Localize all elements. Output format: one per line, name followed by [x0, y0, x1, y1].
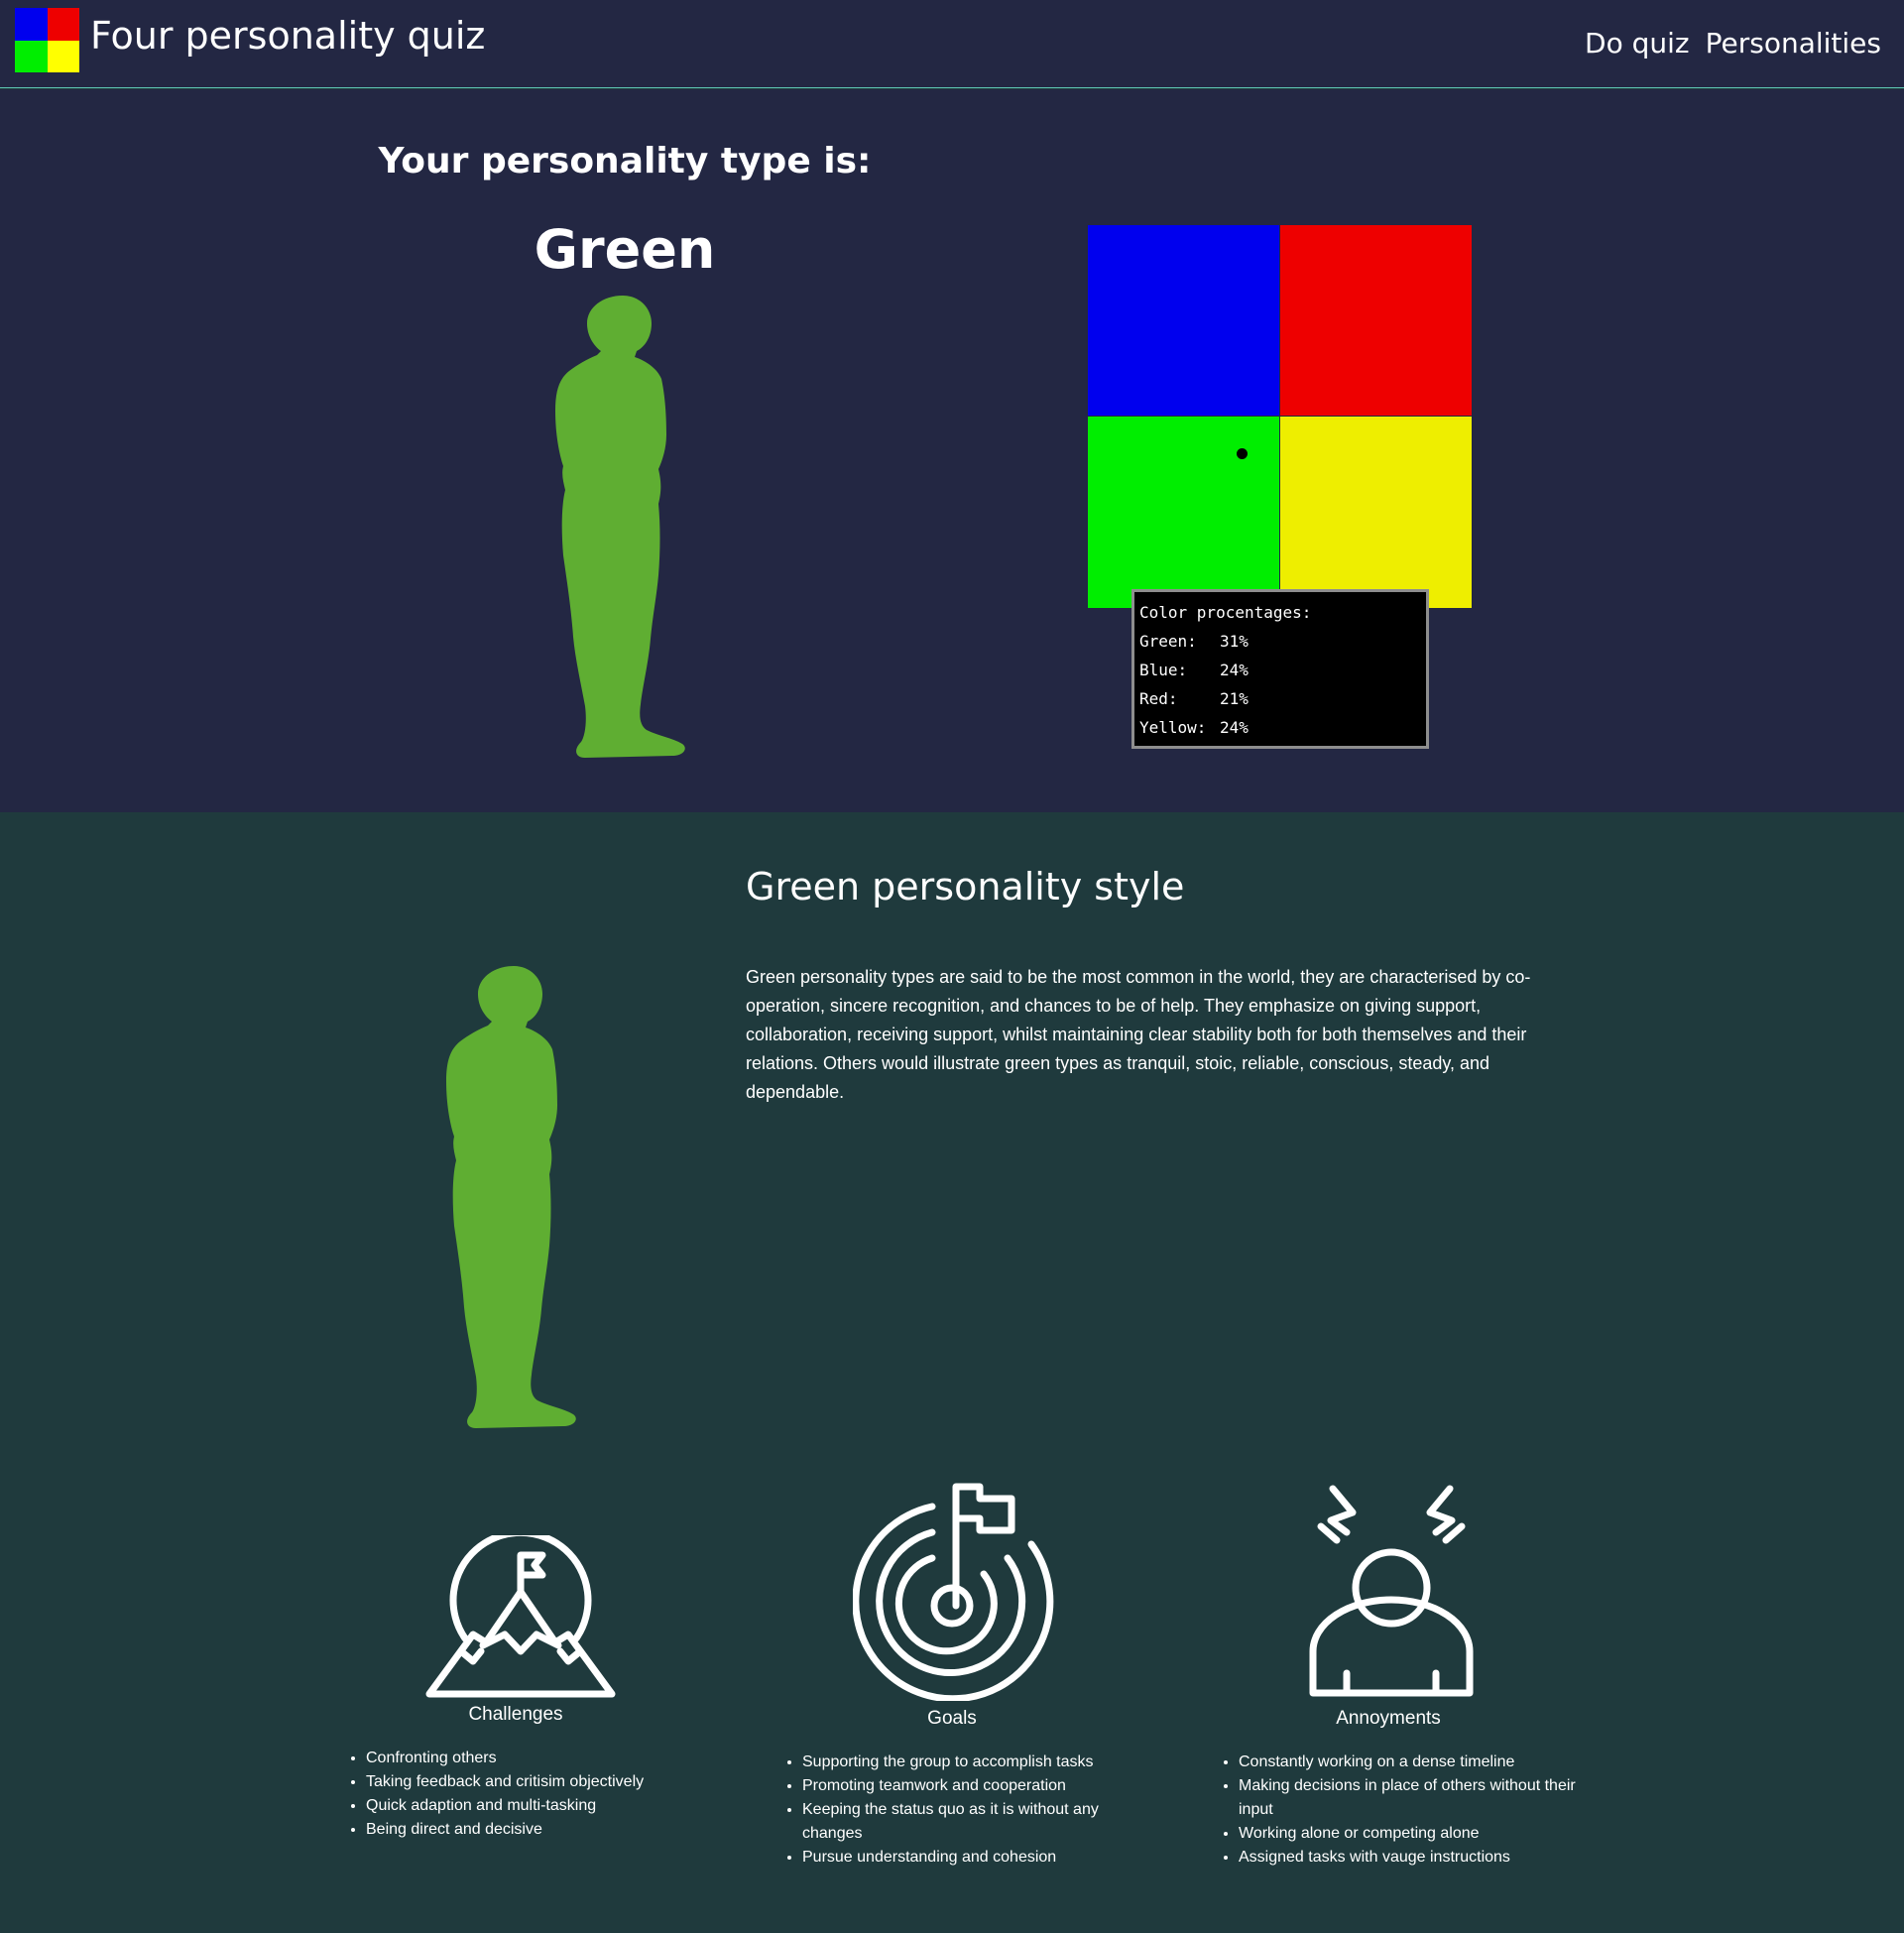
nav-do-quiz[interactable]: Do quiz	[1585, 24, 1690, 63]
percentage-row: Yellow: 24%	[1139, 718, 1249, 737]
goals-list: Supporting the group to accomplish tasks…	[764, 1751, 1140, 1870]
main-nav: Do quiz Personalities	[1585, 24, 1881, 63]
site-header: Four personality quiz Do quiz Personalit…	[0, 0, 1904, 88]
list-item: Constantly working on a dense timeline	[1239, 1751, 1577, 1774]
personality-quadrant-chart	[1088, 225, 1472, 608]
personality-description: Green personality types are said to be t…	[746, 967, 1531, 1102]
list-item: Taking feedback and critisim objectively	[366, 1770, 704, 1794]
green-person-silhouette	[446, 966, 576, 1428]
result-type: Green	[534, 218, 716, 281]
logo-red-square	[47, 8, 79, 41]
red-quadrant	[1279, 225, 1472, 417]
list-item: Making decisions in place of others with…	[1239, 1774, 1577, 1822]
challenges-list: Confronting others Taking feedback and c…	[327, 1747, 704, 1842]
list-item: Quick adaption and multi-tasking	[366, 1794, 704, 1818]
nav-personalities[interactable]: Personalities	[1706, 24, 1881, 63]
percentages-title: Color procentages:	[1139, 603, 1312, 622]
mountain-flag-icon	[425, 1535, 616, 1698]
list-item: Supporting the group to accomplish tasks	[802, 1751, 1140, 1774]
list-item: Pursue understanding and cohesion	[802, 1846, 1140, 1870]
site-logo[interactable]	[15, 8, 79, 72]
percentage-row: Green: 31%	[1139, 632, 1249, 651]
annoyed-person-icon	[1309, 1485, 1474, 1697]
result-marker-dot	[1237, 448, 1248, 459]
percentage-row: Red: 21%	[1139, 689, 1249, 708]
result-heading: Your personality type is:	[378, 141, 872, 181]
target-flag-icon	[853, 1483, 1054, 1701]
site-title[interactable]: Four personality quiz	[90, 10, 485, 61]
green-person-silhouette	[555, 296, 685, 758]
list-item: Confronting others	[366, 1747, 704, 1770]
logo-blue-square	[15, 8, 48, 41]
list-item: Being direct and decisive	[366, 1818, 704, 1842]
logo-yellow-square	[47, 40, 79, 72]
percentage-row: Blue: 24%	[1139, 661, 1249, 679]
challenges-caption: Challenges	[468, 1704, 563, 1725]
logo-green-square	[15, 40, 48, 72]
list-item: Promoting teamwork and cooperation	[802, 1774, 1140, 1798]
annoyments-caption: Annoyments	[1336, 1708, 1441, 1729]
annoyments-list: Constantly working on a dense timeline M…	[1200, 1751, 1577, 1870]
list-item: Working alone or competing alone	[1239, 1822, 1577, 1846]
yellow-quadrant	[1279, 417, 1472, 608]
list-item: Keeping the status quo as it is without …	[802, 1798, 1140, 1846]
result-section: Your personality type is: Green Color pr…	[0, 89, 1904, 812]
blue-quadrant	[1088, 225, 1280, 417]
personality-style-title: Green personality style	[746, 865, 1185, 908]
goals-caption: Goals	[927, 1708, 977, 1729]
list-item: Assigned tasks with vauge instructions	[1239, 1846, 1577, 1870]
green-quadrant	[1088, 417, 1280, 608]
color-percentages-box: Color procentages: Green: 31% Blue: 24% Re…	[1131, 589, 1429, 749]
